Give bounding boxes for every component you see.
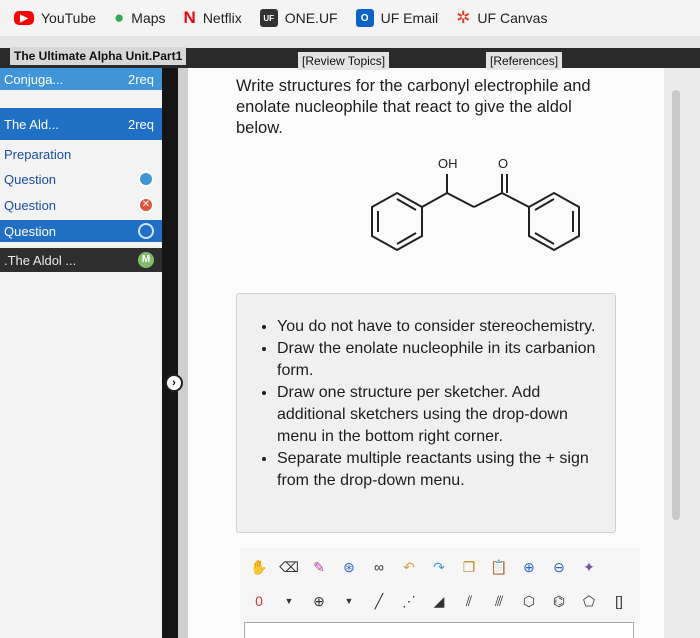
single-bond-icon[interactable]: ╱ bbox=[368, 590, 390, 612]
charge-dropdown[interactable]: 0 bbox=[248, 590, 270, 612]
nav-item-question-2[interactable]: Question ✕ bbox=[0, 194, 162, 216]
nav-item-question-3[interactable]: Question bbox=[0, 220, 162, 242]
aldol-product-structure: OH O bbox=[371, 156, 580, 252]
netflix-icon: N bbox=[183, 8, 196, 27]
assignment-title: The Ultimate Alpha Unit.Part1 bbox=[10, 47, 187, 65]
instruction-item: Separate multiple reactants using the + … bbox=[277, 448, 601, 492]
panel-gutter bbox=[178, 68, 188, 638]
instruction-item: You do not have to consider stereochemis… bbox=[277, 316, 601, 338]
bookmarks-bar: ▶ YouTube ● Maps N Netflix UF ONE.UF O U… bbox=[0, 0, 700, 36]
nav-item-aldol[interactable]: The Ald... 2req bbox=[0, 108, 162, 140]
redo-icon[interactable]: ↷ bbox=[428, 556, 450, 578]
carbonyl-oxygen-label: O bbox=[498, 156, 508, 171]
hydroxyl-label: OH bbox=[438, 156, 458, 171]
eraser-icon[interactable]: ⌫ bbox=[278, 556, 300, 578]
undo-icon[interactable]: ↶ bbox=[398, 556, 420, 578]
bookmark-netflix[interactable]: N Netflix bbox=[184, 8, 242, 28]
bookmark-maps[interactable]: ● Maps bbox=[114, 8, 166, 28]
chevron-down-icon[interactable]: ▼ bbox=[338, 590, 360, 612]
plus-charge-dropdown[interactable]: ⊕ bbox=[308, 590, 330, 612]
group-icon[interactable]: ∞ bbox=[368, 556, 390, 578]
bookmark-one-uf[interactable]: UF ONE.UF bbox=[259, 9, 338, 27]
scrollbar-track[interactable] bbox=[664, 68, 700, 638]
triple-bond-icon[interactable]: ⫻ bbox=[488, 590, 510, 612]
instructions-box: You do not have to consider stereochemis… bbox=[236, 293, 616, 533]
question-prompt: Write structures for the carbonyl electr… bbox=[236, 77, 591, 137]
sketcher-toolbar-row-2: 0 ▼ ⊕ ▼ ╱ ⋰ ◢ ⫽ ⫻ ⬡ ⌬ ⬠ [] bbox=[248, 590, 630, 612]
one-uf-icon: UF bbox=[259, 9, 278, 27]
references-link[interactable]: [References] bbox=[486, 52, 563, 70]
bookmark-uf-canvas[interactable]: ✲ UF Canvas bbox=[456, 8, 547, 28]
nav-item-preparation[interactable]: Preparation bbox=[0, 144, 162, 164]
incorrect-status-icon: ✕ bbox=[138, 197, 154, 213]
paste-icon[interactable]: 📋 bbox=[488, 556, 510, 578]
bookmark-uf-email[interactable]: O UF Email bbox=[355, 9, 438, 27]
maps-pin-icon: ● bbox=[114, 8, 125, 27]
hashed-bond-icon[interactable]: ⋰ bbox=[398, 590, 420, 612]
ring-template-icon[interactable]: ⊛ bbox=[338, 556, 360, 578]
benzene-ring-icon[interactable]: ⌬ bbox=[548, 590, 570, 612]
pentagon-ring-icon[interactable]: ⬠ bbox=[578, 590, 600, 612]
current-status-icon bbox=[138, 223, 154, 239]
nav-item-question-1[interactable]: Question bbox=[0, 168, 162, 190]
youtube-icon: ▶ bbox=[14, 11, 34, 25]
hand-icon[interactable]: ✋ bbox=[248, 556, 270, 578]
panel-divider bbox=[162, 68, 178, 638]
clean-icon[interactable]: ✦ bbox=[578, 556, 600, 578]
canvas-icon: ✲ bbox=[456, 8, 471, 27]
nav-item-conjugate[interactable]: Conjuga... 2req bbox=[0, 68, 162, 90]
outlook-icon: O bbox=[355, 9, 374, 27]
sketcher-canvas[interactable] bbox=[244, 622, 634, 638]
zoom-out-icon[interactable]: ⊖ bbox=[548, 556, 570, 578]
bracket-icon[interactable]: [] bbox=[608, 590, 630, 612]
collapse-panel-button[interactable]: › bbox=[165, 374, 183, 392]
instruction-item: Draw the enolate nucleophile in its carb… bbox=[277, 338, 601, 382]
instruction-item: Draw one structure per sketcher. Add add… bbox=[277, 382, 601, 448]
nav-item-aldol-next[interactable]: .The Aldol ... M bbox=[0, 248, 162, 272]
chevron-down-icon[interactable]: ▼ bbox=[278, 590, 300, 612]
bookmark-youtube[interactable]: ▶ YouTube bbox=[14, 10, 96, 26]
hexagon-ring-icon[interactable]: ⬡ bbox=[518, 590, 540, 612]
answered-status-icon bbox=[138, 171, 154, 187]
zoom-in-icon[interactable]: ⊕ bbox=[518, 556, 540, 578]
review-topics-link[interactable]: [Review Topics] bbox=[298, 52, 390, 70]
wedge-bond-icon[interactable]: ◢ bbox=[428, 590, 450, 612]
pencil-icon[interactable]: ✎ bbox=[308, 556, 330, 578]
copy-icon[interactable]: ❐ bbox=[458, 556, 480, 578]
mastery-badge-icon: M bbox=[138, 252, 154, 268]
double-bond-icon[interactable]: ⫽ bbox=[458, 590, 480, 612]
sketcher-toolbar-row-1: ✋ ⌫ ✎ ⊛ ∞ ↶ ↷ ❐ 📋 ⊕ ⊖ ✦ bbox=[248, 556, 600, 578]
scrollbar-thumb[interactable] bbox=[672, 90, 680, 520]
